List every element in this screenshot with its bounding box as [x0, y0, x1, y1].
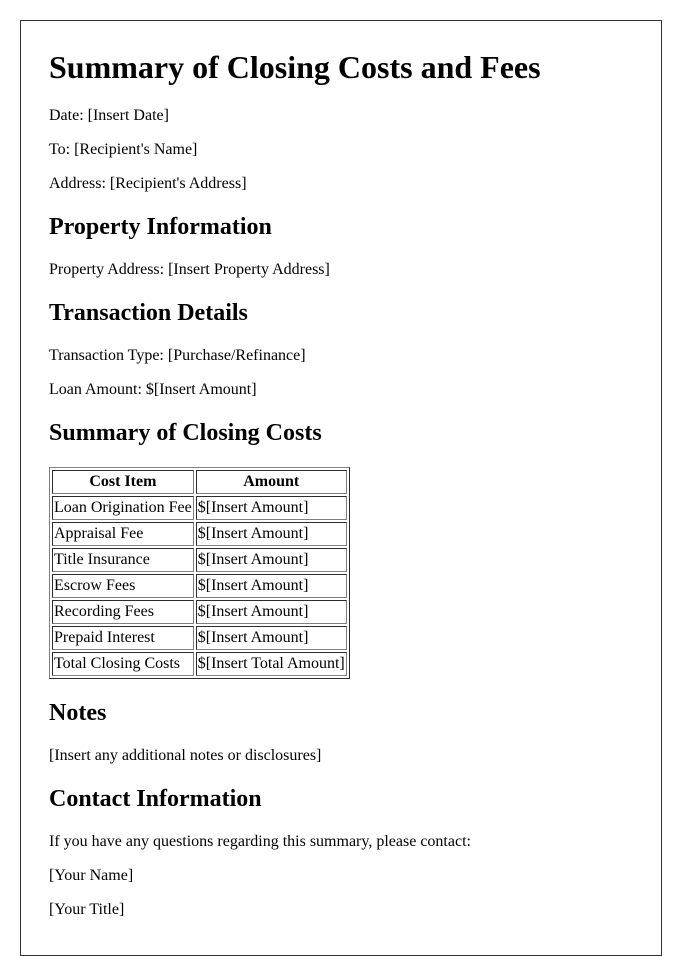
table-row: Title Insurance $[Insert Amount]	[52, 548, 347, 572]
contact-intro: If you have any questions regarding this…	[49, 833, 471, 850]
loan-amount-line: Loan Amount: $[Insert Amount]	[49, 381, 257, 398]
table-row: Recording Fees $[Insert Amount]	[52, 600, 347, 624]
closing-costs-heading: Summary of Closing Costs	[49, 420, 322, 446]
transaction-heading: Transaction Details	[49, 300, 248, 326]
recipient-name-line: To: [Recipient's Name]	[49, 141, 198, 158]
notes-heading: Notes	[49, 700, 107, 726]
table-row: Loan Origination Fee $[Insert Amount]	[52, 496, 347, 520]
property-heading: Property Information	[49, 214, 272, 240]
property-address-line: Property Address: [Insert Property Addre…	[49, 261, 330, 278]
transaction-type-line: Transaction Type: [Purchase/Refinance]	[49, 347, 306, 364]
column-header-amount: Amount	[195, 470, 347, 494]
cost-item-cell: Appraisal Fee	[52, 522, 194, 546]
cost-item-cell: Loan Origination Fee	[52, 496, 194, 520]
table-row: Escrow Fees $[Insert Amount]	[52, 574, 347, 598]
recipient-address-line: Address: [Recipient's Address]	[49, 175, 247, 192]
document-container: Summary of Closing Costs and Fees Date: …	[20, 20, 662, 956]
cost-item-cell: Prepaid Interest	[52, 626, 194, 650]
document-title: Summary of Closing Costs and Fees	[49, 49, 541, 85]
column-header-cost-item: Cost Item	[52, 470, 194, 494]
amount-cell: $[Insert Amount]	[195, 626, 347, 650]
cost-item-cell: Recording Fees	[52, 600, 194, 624]
amount-cell: $[Insert Amount]	[195, 522, 347, 546]
cost-item-cell: Title Insurance	[52, 548, 194, 572]
amount-cell: $[Insert Amount]	[195, 574, 347, 598]
closing-costs-table: Cost Item Amount Loan Origination Fee $[…	[49, 467, 350, 679]
cost-item-cell: Total Closing Costs	[52, 652, 194, 676]
total-row: Total Closing Costs $[Insert Total Amoun…	[52, 652, 347, 676]
contact-name: [Your Name]	[49, 867, 134, 884]
contact-heading: Contact Information	[49, 786, 262, 812]
table-header-row: Cost Item Amount	[52, 470, 347, 494]
date-line: Date: [Insert Date]	[49, 107, 169, 124]
amount-cell: $[Insert Total Amount]	[195, 652, 347, 676]
cost-item-cell: Escrow Fees	[52, 574, 194, 598]
amount-cell: $[Insert Amount]	[195, 548, 347, 572]
table-row: Appraisal Fee $[Insert Amount]	[52, 522, 347, 546]
notes-text: [Insert any additional notes or disclosu…	[49, 747, 322, 764]
table-row: Prepaid Interest $[Insert Amount]	[52, 626, 347, 650]
amount-cell: $[Insert Amount]	[195, 496, 347, 520]
contact-title: [Your Title]	[49, 901, 125, 918]
amount-cell: $[Insert Amount]	[195, 600, 347, 624]
